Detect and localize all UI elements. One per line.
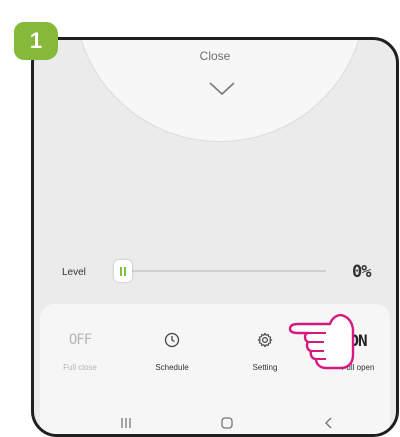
- level-slider-thumb[interactable]: [114, 260, 132, 282]
- level-slider-track[interactable]: [126, 270, 326, 272]
- back-icon[interactable]: [314, 412, 344, 434]
- schedule-label: Schedule: [155, 363, 189, 372]
- recents-icon[interactable]: [111, 412, 141, 434]
- pointing-hand-icon: [288, 313, 355, 370]
- clock-icon: [164, 332, 180, 348]
- home-icon[interactable]: [212, 412, 242, 434]
- step-badge: 1: [14, 22, 58, 60]
- android-navbar: [34, 412, 396, 434]
- full-close-label: Full close: [63, 363, 97, 372]
- close-label: Close: [199, 49, 231, 63]
- step-number: 1: [29, 28, 43, 53]
- phone-screen: Close Level 0% OFF Full close Schedule S…: [31, 37, 399, 437]
- full-close-button[interactable]: OFF Full close: [50, 329, 110, 372]
- gear-icon: [257, 332, 273, 348]
- chevron-down-icon[interactable]: [207, 80, 237, 98]
- thumb-grip-line: [120, 266, 122, 276]
- thumb-grip-line: [124, 266, 126, 276]
- schedule-button[interactable]: Schedule: [142, 329, 202, 372]
- off-text: OFF: [68, 332, 92, 348]
- level-value: 0%: [352, 262, 372, 282]
- level-label: Level: [62, 267, 86, 278]
